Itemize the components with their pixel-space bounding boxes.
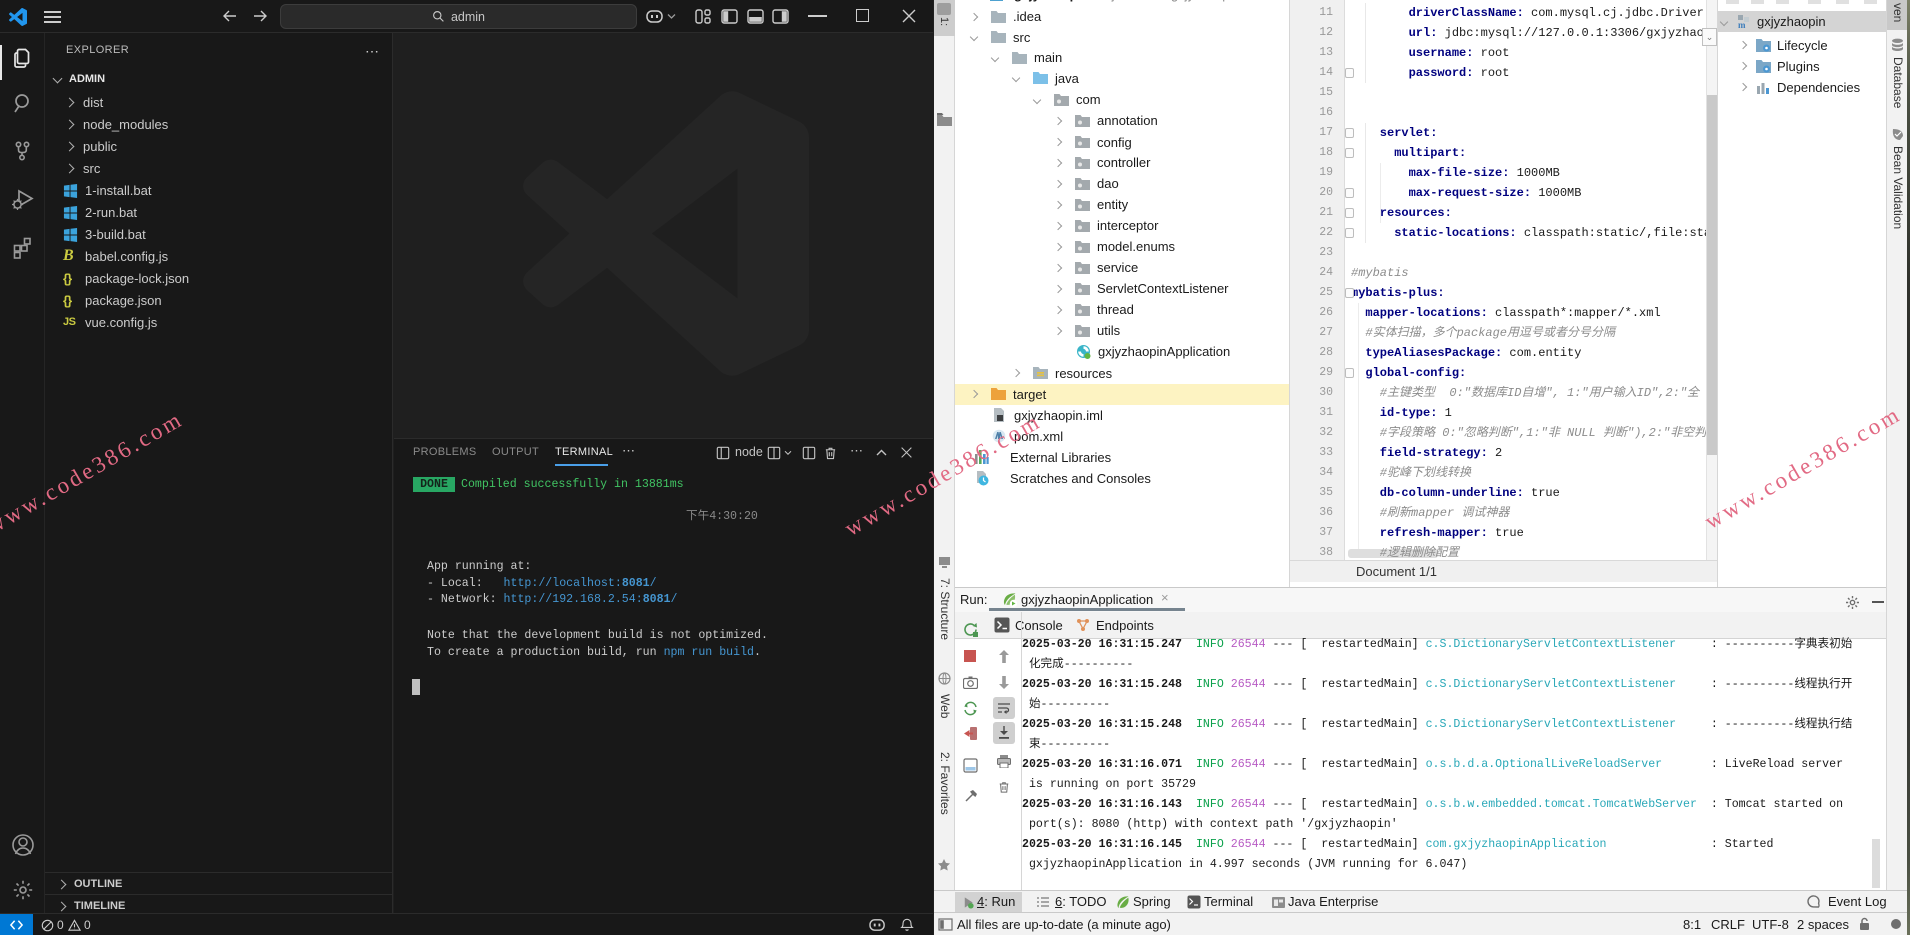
svg-text:m: m — [1738, 20, 1746, 29]
